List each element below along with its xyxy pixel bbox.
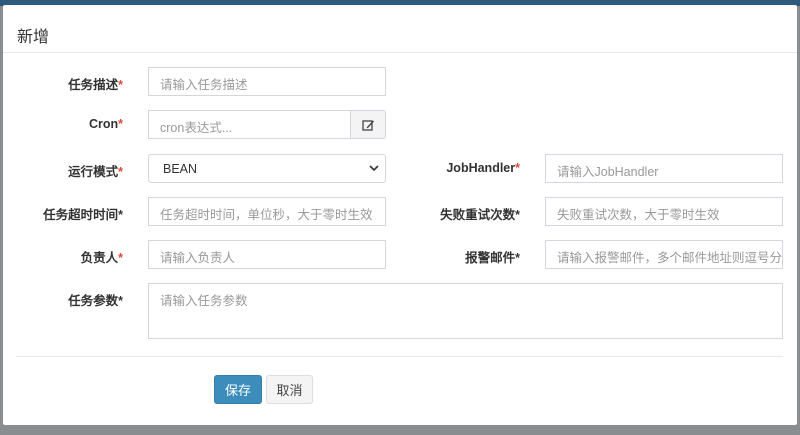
mode-select[interactable]: BEAN	[148, 154, 386, 183]
retry-label: 失败重试次数*	[440, 208, 520, 222]
retry-input[interactable]: 失败重试次数，大于零时生效	[545, 197, 783, 226]
desc-label: 任务描述*	[68, 78, 123, 92]
desc-input[interactable]: 请输入任务描述	[148, 67, 386, 96]
cancel-button[interactable]: 取消	[266, 375, 313, 404]
cron-input[interactable]: cron表达式...	[148, 110, 351, 139]
mode-value: BEAN	[163, 161, 198, 176]
author-label: 负责人*	[80, 251, 123, 265]
author-input[interactable]: 请输入负责人	[148, 240, 386, 269]
chevron-down-icon	[369, 165, 379, 172]
cron-edit-button[interactable]	[350, 110, 386, 139]
cron-label: Cron*	[88, 117, 123, 131]
save-button[interactable]: 保存	[214, 375, 262, 404]
mode-label: 运行模式*	[68, 165, 123, 179]
alarm-input[interactable]: 请输入报警邮件，多个邮件地址则逗号分隔	[545, 240, 783, 269]
handler-label: JobHandler*	[446, 161, 520, 175]
edit-icon	[361, 119, 374, 131]
timeout-label: 任务超时时间*	[43, 208, 123, 222]
handler-input[interactable]: 请输入JobHandler	[545, 154, 783, 183]
divider	[3, 52, 797, 53]
param-label: 任务参数*	[68, 294, 123, 308]
modal-title: 新增	[17, 29, 50, 46]
add-job-modal: 新增 任务描述* 请输入任务描述 Cron* cron表达式... 运行模式* …	[3, 5, 797, 425]
footer-divider	[16, 356, 783, 357]
param-textarea[interactable]: 请输入任务参数	[148, 283, 783, 339]
alarm-label: 报警邮件*	[465, 251, 520, 265]
timeout-input[interactable]: 任务超时时间，单位秒，大于零时生效	[148, 197, 386, 226]
